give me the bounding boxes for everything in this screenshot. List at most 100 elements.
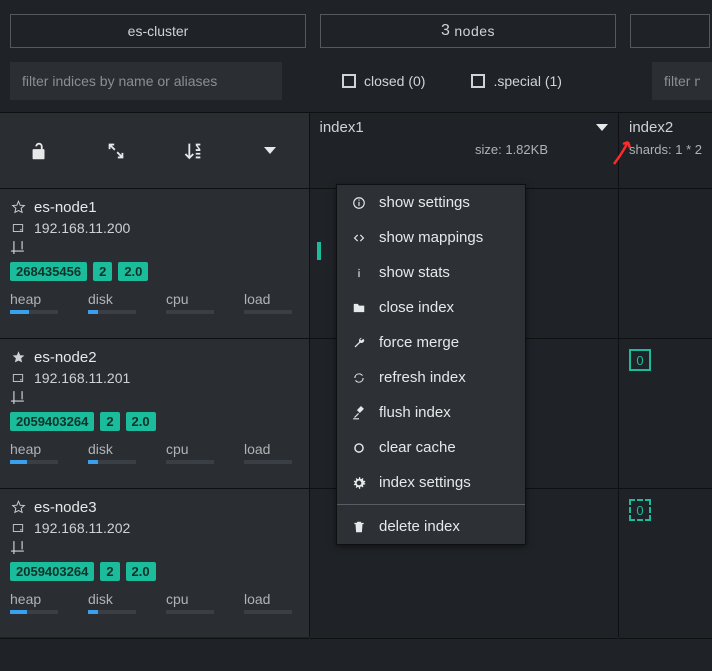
sort-az-icon[interactable]: [182, 140, 204, 162]
metric-label: cpu: [166, 441, 214, 457]
menu-label: refresh index: [379, 369, 466, 386]
selection-marker: [317, 242, 321, 260]
shard-badge-replica[interactable]: 0: [629, 499, 651, 521]
menu-separator: [337, 504, 525, 505]
menu-index-settings[interactable]: index settings: [337, 465, 525, 500]
tab-cluster[interactable]: es-cluster: [10, 14, 306, 48]
menu-refresh-index[interactable]: refresh index: [337, 360, 525, 395]
index-context-menu: show settings show mappings show stats c…: [336, 184, 526, 545]
node-ip: 192.168.11.202: [34, 520, 130, 536]
index-header[interactable]: index1 size: 1.82KB: [310, 113, 619, 189]
nodes-toolbar: [0, 113, 309, 189]
header-tabs: es-cluster 3 nodes: [0, 0, 712, 56]
node-block: es-node1 192.168.11.200 268435456 2 2.0 …: [0, 189, 309, 339]
node-name: es-node3: [34, 499, 97, 516]
refresh-icon: [351, 371, 367, 385]
special-label: .special (1): [493, 73, 561, 89]
tab-nodes[interactable]: 3 nodes: [320, 14, 616, 48]
metric-label: heap: [10, 291, 58, 307]
metric-label: heap: [10, 441, 58, 457]
star-icon: [10, 500, 26, 515]
tab-cluster-label: es-cluster: [128, 23, 189, 39]
shard-cell: 0: [619, 339, 712, 489]
filter-indices-input[interactable]: [10, 62, 282, 100]
special-checkbox[interactable]: .special (1): [471, 73, 561, 89]
metric-label: load: [244, 291, 292, 307]
menu-force-merge[interactable]: force merge: [337, 325, 525, 360]
chip: 2: [100, 412, 119, 431]
metrics: heap disk cpu load: [10, 441, 299, 464]
expand-icon[interactable]: [105, 140, 127, 162]
circle-icon: [351, 441, 367, 455]
closed-label: closed (0): [364, 73, 425, 89]
menu-label: flush index: [379, 404, 451, 421]
star-icon: [10, 200, 26, 215]
caret-down-icon[interactable]: [259, 140, 281, 162]
menu-label: force merge: [379, 334, 459, 351]
metric-label: heap: [10, 591, 58, 607]
chip: 2: [100, 562, 119, 581]
shard-cell: 0: [619, 489, 712, 639]
menu-label: index settings: [379, 474, 471, 491]
menu-show-mappings[interactable]: show mappings: [337, 220, 525, 255]
i-icon: [351, 266, 367, 280]
nodes-label: nodes: [454, 23, 495, 39]
annotation-arrow-icon: [610, 136, 640, 166]
menu-label: show settings: [379, 194, 470, 211]
unlock-icon[interactable]: [28, 140, 50, 162]
node-chips: 2059403264 2 2.0: [10, 412, 299, 431]
metric-label: load: [244, 591, 292, 607]
metric-label: disk: [88, 441, 136, 457]
menu-close-index[interactable]: close index: [337, 290, 525, 325]
shard-badge[interactable]: 0: [629, 349, 651, 371]
crop-icon: [10, 390, 26, 404]
filter-nodes-input[interactable]: [652, 62, 712, 100]
wrench-icon: [351, 336, 367, 350]
tab-extra[interactable]: [630, 14, 710, 48]
menu-clear-cache[interactable]: clear cache: [337, 430, 525, 465]
trash-icon: [351, 520, 367, 534]
chip: 2059403264: [10, 562, 94, 581]
metric-label: cpu: [166, 591, 214, 607]
menu-flush-index[interactable]: flush index: [337, 395, 525, 430]
metric-label: disk: [88, 591, 136, 607]
metrics: heap disk cpu load: [10, 291, 299, 314]
metric-label: cpu: [166, 291, 214, 307]
shard-cell: [619, 189, 712, 339]
node-name: es-node2: [34, 349, 97, 366]
node-ip: 192.168.11.200: [34, 220, 130, 236]
menu-label: show stats: [379, 264, 450, 281]
disk-icon: [10, 521, 26, 535]
crop-icon: [10, 240, 26, 254]
index-size: size: 1.82KB: [320, 142, 609, 157]
menu-show-settings[interactable]: show settings: [337, 185, 525, 220]
menu-show-stats[interactable]: show stats: [337, 255, 525, 290]
index-name: index2: [629, 119, 673, 136]
nodes-count: 3: [441, 22, 450, 40]
chip: 2.0: [126, 562, 156, 581]
menu-label: delete index: [379, 518, 460, 535]
gavel-icon: [351, 406, 367, 420]
folder-icon: [351, 301, 367, 315]
chip: 268435456: [10, 262, 87, 281]
closed-checkbox[interactable]: closed (0): [342, 73, 425, 89]
index-column-2: index2 shards: 1 * 2 0 0: [619, 113, 712, 637]
disk-icon: [10, 221, 26, 235]
info-icon: [351, 196, 367, 210]
node-block: es-node3 192.168.11.202 2059403264 2 2.0…: [0, 489, 309, 639]
caret-down-icon[interactable]: [596, 124, 608, 131]
gear-icon: [351, 476, 367, 490]
node-chips: 2059403264 2 2.0: [10, 562, 299, 581]
node-name: es-node1: [34, 199, 97, 216]
metric-label: load: [244, 441, 292, 457]
chip: 2.0: [126, 412, 156, 431]
menu-label: clear cache: [379, 439, 456, 456]
checkbox-icon: [471, 74, 485, 88]
star-filled-icon: [10, 350, 26, 365]
chip: 2059403264: [10, 412, 94, 431]
metric-label: disk: [88, 291, 136, 307]
nodes-column: es-node1 192.168.11.200 268435456 2 2.0 …: [0, 113, 310, 637]
node-chips: 268435456 2 2.0: [10, 262, 299, 281]
menu-delete-index[interactable]: delete index: [337, 509, 525, 544]
filter-row: closed (0) .special (1): [0, 56, 712, 112]
